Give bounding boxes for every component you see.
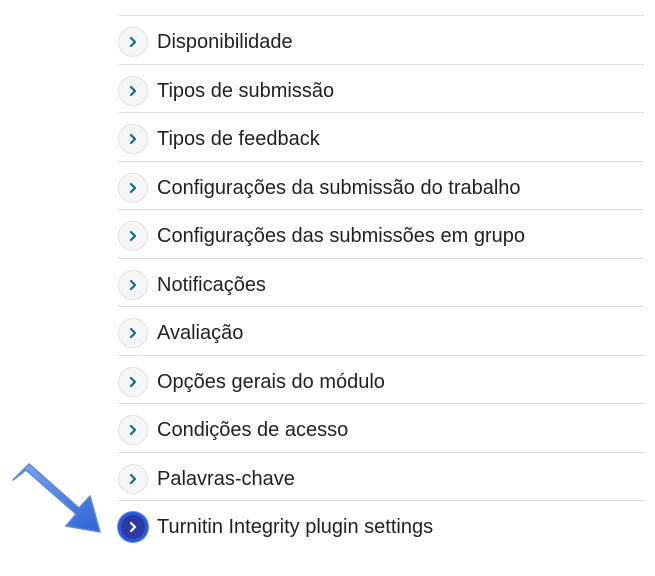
- section-avaliacao[interactable]: Avaliação: [118, 307, 644, 356]
- chevron-right-icon: [129, 376, 137, 387]
- section-title[interactable]: Condições de acesso: [157, 417, 348, 443]
- chevron-right-icon: [129, 230, 137, 242]
- section-configuracoes-submissoes-grupo[interactable]: Configurações das submissões em grupo: [118, 210, 644, 259]
- section-tipos-de-submissao[interactable]: Tipos de submissão: [118, 65, 644, 113]
- section-toggle-button[interactable]: [118, 75, 148, 106]
- chevron-right-icon: [129, 279, 137, 290]
- chevron-right-icon: [129, 133, 137, 145]
- section-toggle-button[interactable]: [118, 512, 148, 542]
- section-title[interactable]: Configurações da submissão do trabalho: [157, 175, 521, 201]
- section-title[interactable]: Avaliação: [157, 320, 243, 346]
- section-toggle-button[interactable]: [118, 27, 148, 57]
- section-disponibilidade[interactable]: Disponibilidade: [118, 16, 644, 65]
- section-title[interactable]: Turnitin Integrity plugin settings: [157, 514, 433, 540]
- section-notificacoes[interactable]: Notificações: [118, 259, 644, 307]
- chevron-right-icon: [129, 473, 137, 484]
- section-title[interactable]: Notificações: [157, 272, 266, 298]
- section-toggle-button[interactable]: [118, 415, 148, 445]
- section-palavras-chave[interactable]: Palavras-chave: [118, 453, 644, 501]
- section-toggle-button[interactable]: [118, 463, 148, 494]
- section-title[interactable]: Tipos de feedback: [157, 126, 320, 152]
- section-opcoes-gerais-modulo[interactable]: Opções gerais do módulo: [118, 356, 644, 404]
- section-toggle-button[interactable]: [118, 221, 148, 251]
- chevron-right-icon: [129, 521, 137, 533]
- chevron-right-icon: [129, 424, 137, 436]
- section-toggle-button[interactable]: [118, 124, 148, 154]
- chevron-right-icon: [129, 182, 137, 193]
- section-configuracoes-submissao-trabalho[interactable]: Configurações da submissão do trabalho: [118, 162, 644, 210]
- section-title[interactable]: Opções gerais do módulo: [157, 369, 385, 395]
- chevron-right-icon: [129, 327, 137, 339]
- section-title[interactable]: Tipos de submissão: [157, 78, 334, 104]
- section-title[interactable]: Configurações das submissões em grupo: [157, 223, 525, 249]
- section-toggle-button[interactable]: [118, 172, 148, 203]
- section-toggle-button[interactable]: [118, 318, 148, 348]
- section-turnitin-integrity-plugin-settings[interactable]: Turnitin Integrity plugin settings: [118, 501, 644, 550]
- section-toggle-button[interactable]: [118, 366, 148, 397]
- chevron-right-icon: [129, 85, 137, 96]
- section-toggle-button[interactable]: [118, 269, 148, 300]
- section-condicoes-de-acesso[interactable]: Condições de acesso: [118, 404, 644, 453]
- chevron-right-icon: [129, 36, 137, 48]
- settings-sections-list: Disponibilidade Tipos de submissão Tipos…: [118, 15, 644, 550]
- section-tipos-de-feedback[interactable]: Tipos de feedback: [118, 113, 644, 162]
- section-title[interactable]: Disponibilidade: [157, 29, 293, 55]
- section-title[interactable]: Palavras-chave: [157, 466, 295, 492]
